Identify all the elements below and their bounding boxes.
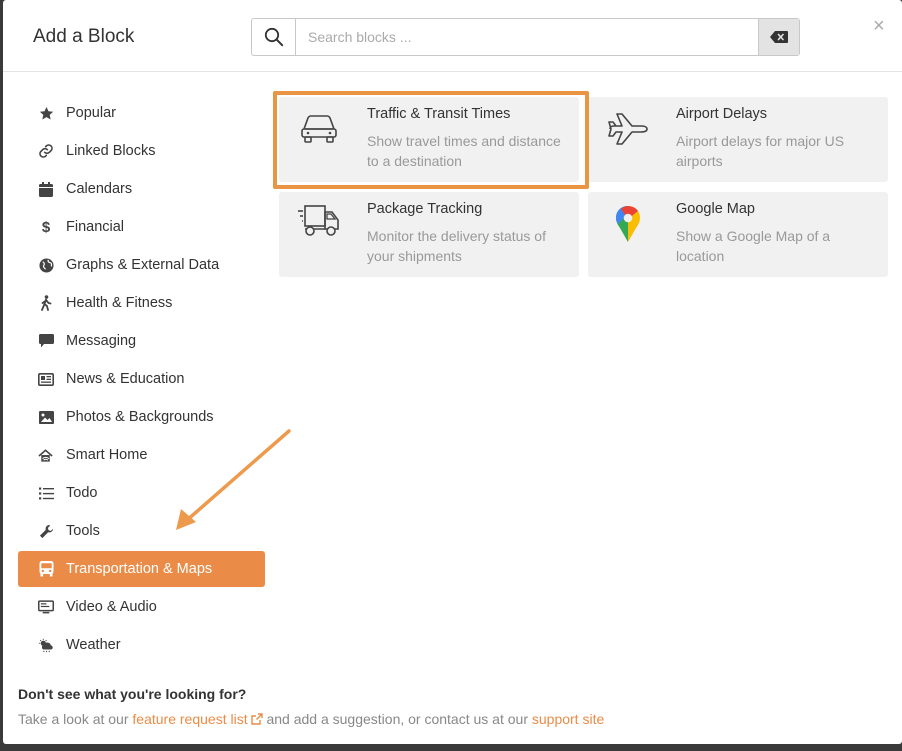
search-icon [264, 27, 283, 47]
block-card-google-map[interactable]: Google Map Show a Google Map of a locati… [588, 192, 888, 277]
block-description: Show a Google Map of a location [676, 228, 831, 264]
sidebar-item-health-fitness[interactable]: Health & Fitness [18, 285, 265, 321]
newspaper-icon [38, 371, 54, 387]
sidebar-item-label: Tools [66, 523, 100, 539]
sidebar-item-todo[interactable]: Todo [18, 475, 265, 511]
block-card-traffic-transit[interactable]: Traffic & Transit Times Show travel time… [279, 97, 579, 182]
sidebar-item-video-audio[interactable]: Video & Audio [18, 589, 265, 625]
weather-icon [38, 637, 54, 653]
sidebar-item-label: Weather [66, 637, 121, 653]
close-modal-button[interactable]: × [873, 16, 885, 36]
sidebar-item-news-education[interactable]: News & Education [18, 361, 265, 397]
calendar-icon [38, 181, 54, 197]
sidebar-item-tools[interactable]: Tools [18, 513, 265, 549]
block-card-package-tracking[interactable]: Package Tracking Monitor the delivery st… [279, 192, 579, 277]
search-bar [251, 18, 800, 56]
sidebar-item-graphs-external-data[interactable]: Graphs & External Data [18, 247, 265, 283]
sidebar-item-popular[interactable]: Popular [18, 95, 265, 131]
airplane-icon [606, 111, 650, 147]
block-title: Airport Delays [676, 106, 768, 122]
block-title: Traffic & Transit Times [367, 106, 511, 122]
sidebar-item-label: Linked Blocks [66, 143, 156, 159]
search-button[interactable] [252, 19, 296, 55]
block-description: Airport delays for major US airports [676, 133, 845, 169]
sidebar-item-transportation-maps[interactable]: Transportation & Maps [18, 551, 265, 587]
dollar-icon: $ [41, 218, 51, 236]
smart-home-icon [38, 447, 54, 463]
sidebar-item-label: Todo [66, 485, 98, 501]
feature-request-link[interactable]: feature request list [132, 711, 247, 727]
sidebar-item-label: Financial [66, 219, 125, 235]
sidebar-item-label: Calendars [66, 181, 133, 197]
modal-title: Add a Block [33, 26, 135, 47]
block-title: Google Map [676, 201, 755, 217]
clear-search-button[interactable] [758, 19, 799, 55]
car-icon [297, 111, 341, 147]
footer-text-part: and add a suggestion, or contact us at o… [262, 711, 532, 727]
star-icon [38, 105, 54, 121]
footer-question: Don't see what you're looking for? [18, 686, 247, 702]
list-icon [38, 485, 54, 501]
sidebar-item-label: Video & Audio [66, 599, 157, 615]
footer-text-part: Take a look at our [18, 711, 133, 727]
sidebar-item-label: Photos & Backgrounds [66, 409, 214, 425]
sidebar-item-photos-backgrounds[interactable]: Photos & Backgrounds [18, 399, 265, 435]
sidebar-item-label: News & Education [66, 371, 185, 387]
globe-icon [38, 257, 54, 273]
sidebar-item-label: Smart Home [66, 447, 148, 463]
sidebar-item-financial[interactable]: $ Financial [18, 209, 265, 245]
sidebar-item-label: Graphs & External Data [66, 257, 220, 273]
sidebar-item-weather[interactable]: Weather [18, 627, 265, 663]
sidebar-item-label: Transportation & Maps [66, 561, 213, 577]
monitor-icon [38, 599, 54, 615]
bus-icon [38, 561, 54, 577]
sidebar-item-label: Health & Fitness [66, 295, 173, 311]
backspace-icon [770, 31, 788, 43]
block-description: Show travel times and distance to a dest… [367, 133, 561, 169]
delivery-truck-icon [297, 202, 341, 238]
support-site-link[interactable]: support site [532, 711, 604, 727]
walking-icon [38, 295, 54, 311]
block-card-airport-delays[interactable]: Airport Delays Airport delays for major … [588, 97, 888, 182]
category-sidebar: Popular Linked Blocks Calendars $ Financ… [18, 95, 265, 665]
sidebar-item-label: Popular [66, 105, 116, 121]
map-pin-icon [606, 206, 650, 242]
message-icon [38, 333, 54, 349]
add-block-modal: Add a Block × Popular Linked Blocks Cale… [3, 0, 902, 744]
link-icon [38, 143, 54, 159]
search-input[interactable] [297, 19, 759, 55]
image-icon [38, 409, 54, 425]
wrench-icon [38, 523, 54, 539]
modal-header: Add a Block × [3, 0, 902, 72]
block-title: Package Tracking [367, 201, 483, 217]
sidebar-item-messaging[interactable]: Messaging [18, 323, 265, 359]
sidebar-item-label: Messaging [66, 333, 137, 349]
sidebar-item-linked-blocks[interactable]: Linked Blocks [18, 133, 265, 169]
external-link-icon [250, 713, 263, 725]
sidebar-item-smart-home[interactable]: Smart Home [18, 437, 265, 473]
footer-text: Take a look at our feature request list … [18, 711, 604, 727]
block-description: Monitor the delivery status of your ship… [367, 228, 546, 264]
sidebar-item-calendars[interactable]: Calendars [18, 171, 265, 207]
